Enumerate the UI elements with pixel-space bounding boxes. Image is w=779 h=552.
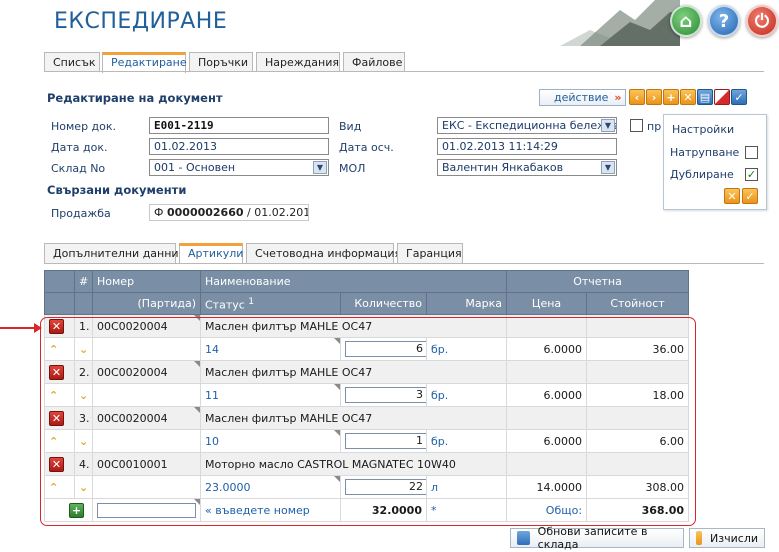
tab-warranty[interactable]: Гаранция (397, 243, 463, 263)
settings-title: Настройки (672, 123, 735, 136)
col-price[interactable]: Цена (506, 292, 588, 315)
doc-number-field[interactable]: E001-2119 (149, 117, 329, 134)
tab-files[interactable]: Файлове (343, 52, 405, 72)
col-action (44, 270, 75, 293)
check-icon: ✓ (734, 90, 744, 104)
help-button[interactable]: ? (708, 5, 740, 37)
sale-number: 0000002660 (166, 206, 244, 219)
home-button[interactable]: ⌂ (670, 5, 702, 37)
save-button[interactable]: ✓ (731, 89, 747, 105)
tab-additional-data[interactable]: Допълнителни данни (44, 243, 179, 263)
arrow-left-icon: ‹ (634, 90, 640, 104)
col-number[interactable]: Номер (92, 270, 201, 293)
tab-instructions[interactable]: Нареждания (256, 52, 340, 72)
col-hash: # (74, 270, 93, 293)
update-warehouse-label: Обнови записите в склада (537, 525, 648, 551)
decorative-graphic-icon (560, 0, 680, 46)
calculate-button[interactable]: Изчисли (689, 528, 765, 548)
arrow-right-icon: › (651, 90, 657, 104)
app-title: ЕКСПЕДИРАНЕ (54, 9, 228, 34)
col-name[interactable]: Наименование (199, 270, 508, 293)
subtab-divider (44, 263, 764, 264)
sale-prefix: Ф (154, 206, 164, 219)
label-kind: Вид (339, 120, 362, 133)
label-doc-number: Номер док. (51, 120, 117, 133)
chevron-down-icon: ▼ (601, 161, 615, 174)
label-doc-date: Дата док. (51, 141, 108, 154)
col-brand[interactable]: Марка (425, 292, 508, 315)
extra-checkbox[interactable] (630, 119, 643, 132)
label-mol: МОЛ (339, 162, 366, 175)
logout-button[interactable]: ⏻ (746, 5, 778, 37)
tab-articles[interactable]: Артикули (179, 243, 243, 264)
label-sale: Продажба (51, 207, 111, 220)
section-title-edit-document: Редактиране на документ (47, 91, 223, 105)
col-status-sup: 1 (248, 295, 255, 307)
mol-value: Валентин Янкабаков (442, 161, 564, 174)
col-qty[interactable]: Количество (340, 292, 427, 315)
kind-value: ЕКС - Експедиционна бележка (442, 119, 617, 132)
col-hash-2 (74, 292, 93, 315)
cancel-edit-button[interactable] (714, 89, 730, 105)
col-report: Отчетна (506, 270, 690, 293)
highlight-frame (40, 317, 696, 526)
section-title-related: Свързани документи (47, 183, 187, 197)
chevron-right-icon: » (614, 91, 622, 104)
action-dropdown-button[interactable]: действие » (539, 89, 626, 106)
extra-checkbox-label: пр (647, 120, 662, 133)
mol-select[interactable]: Валентин Янкабаков ▼ (437, 159, 617, 176)
warehouse-select[interactable]: 001 - Основен ▼ (149, 159, 329, 176)
post-date-field[interactable]: 01.02.2013 11:14:29 (437, 138, 617, 155)
tab-orders[interactable]: Поръчки (189, 52, 253, 72)
next-button[interactable]: › (646, 89, 662, 105)
col-status[interactable]: Статус 1 (200, 292, 341, 315)
duplicate-label: Дублиране (670, 168, 734, 181)
calculator-icon (696, 531, 703, 545)
check-icon (517, 531, 530, 545)
label-warehouse: Склад No (51, 162, 106, 175)
settings-panel: Настройки Натрупване Дублиране ✓ ✕ ✓ (663, 114, 767, 210)
col-action-2 (44, 292, 75, 315)
add-button[interactable]: + (663, 89, 679, 105)
chevron-down-icon: ▼ (601, 119, 615, 132)
settings-ok-button[interactable]: ✓ (742, 188, 758, 204)
accumulate-checkbox[interactable] (745, 146, 758, 159)
duplicate-checkbox[interactable]: ✓ (745, 168, 758, 181)
home-icon: ⌂ (679, 10, 693, 32)
power-icon: ⏻ (754, 10, 770, 32)
tab-edit[interactable]: Редактиране (102, 52, 187, 73)
close-icon: ✕ (727, 189, 737, 203)
warehouse-value: 001 - Основен (154, 161, 236, 174)
prev-button[interactable]: ‹ (629, 89, 645, 105)
tab-divider (44, 71, 764, 72)
col-batch[interactable]: (Партида) (92, 292, 201, 315)
settings-cancel-button[interactable]: ✕ (724, 188, 740, 204)
sale-date: / 01.02.2013 (247, 206, 308, 219)
document-icon: ▤ (699, 90, 711, 104)
help-icon: ? (718, 10, 730, 32)
update-warehouse-button[interactable]: Обнови записите в склада (510, 525, 684, 551)
accumulate-label: Натрупване (670, 146, 740, 159)
col-status-label: Статус (205, 298, 245, 312)
action-label: действие (554, 91, 609, 104)
plus-icon: + (666, 90, 676, 104)
tab-list[interactable]: Списък (44, 52, 100, 72)
doc-date-field[interactable]: 01.02.2013 (149, 138, 329, 155)
close-icon: ✕ (683, 90, 693, 104)
tab-accounting-info[interactable]: Счетоводна информация (246, 243, 401, 263)
label-post-date: Дата осч. (339, 141, 394, 154)
highlight-arrow-icon (0, 323, 42, 333)
delete-doc-button[interactable]: ✕ (680, 89, 696, 105)
related-sale-link[interactable]: Ф 0000002660 / 01.02.2013 (149, 204, 309, 221)
calculate-label: Изчисли (710, 531, 758, 545)
print-button[interactable]: ▤ (697, 89, 713, 105)
chevron-down-icon: ▼ (313, 161, 327, 174)
check-icon: ✓ (745, 189, 755, 203)
kind-select[interactable]: ЕКС - Експедиционна бележка ▼ (437, 117, 617, 134)
col-value[interactable]: Стойност (586, 292, 690, 315)
